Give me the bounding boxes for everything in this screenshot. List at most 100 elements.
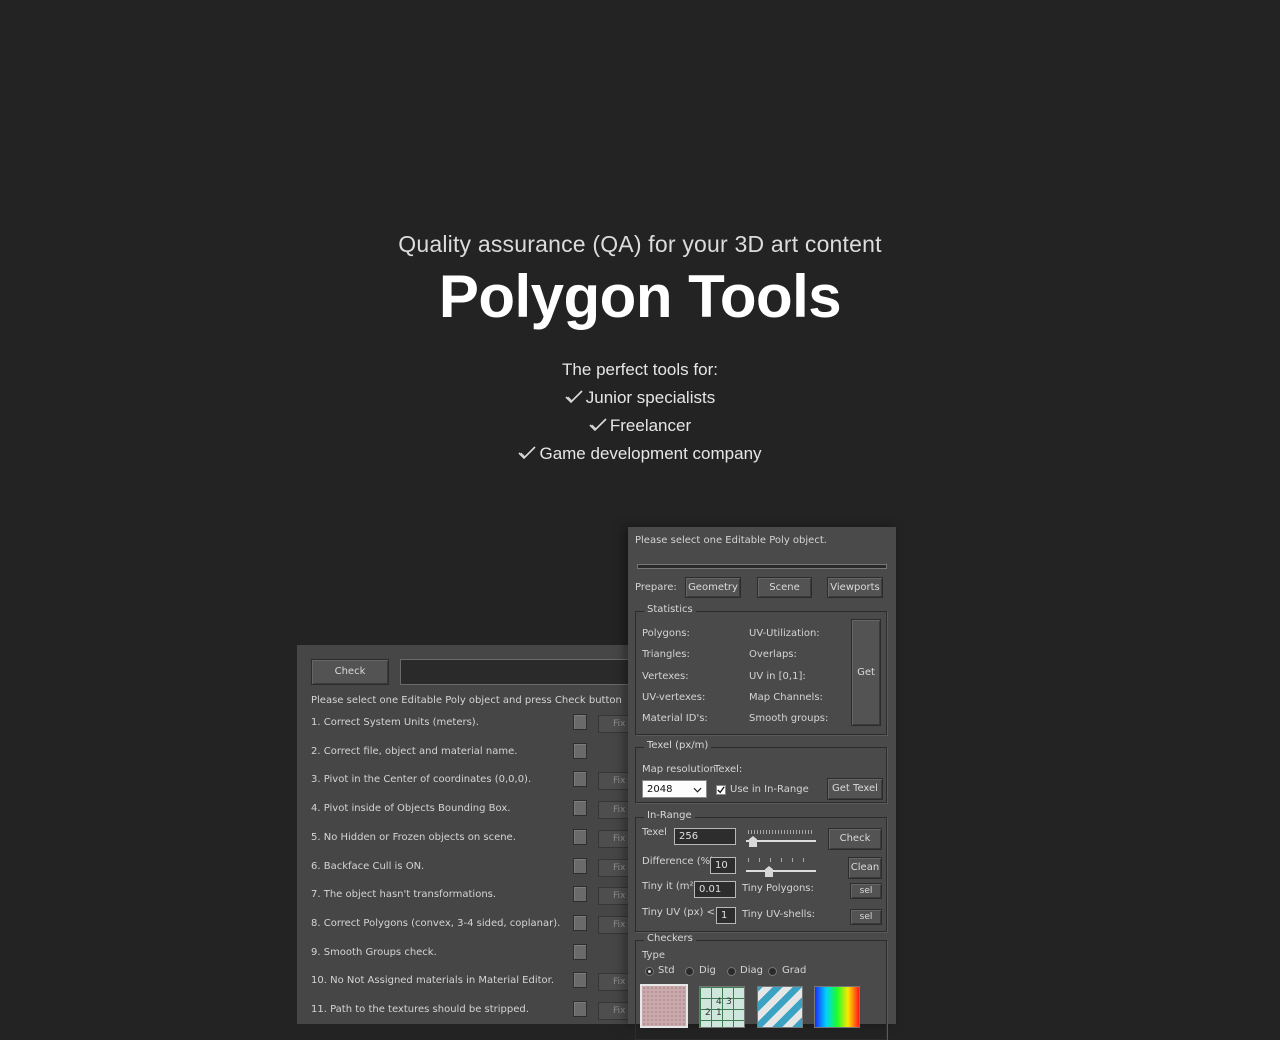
texel-group: Texel (px/m) Map resolution Texel: 2048 …	[635, 740, 887, 803]
get-texel-button[interactable]: Get Texel	[827, 778, 883, 800]
tiny-it-label: Tiny it (m²)	[642, 881, 698, 892]
fix-button[interactable]: Fix	[598, 1002, 630, 1020]
difference-label: Difference (%)	[642, 856, 715, 867]
check-status-indicator	[573, 742, 587, 759]
std-checker-swatch-icon[interactable]	[640, 984, 688, 1028]
checkers-title: Checkers	[644, 933, 696, 944]
check-status-indicator	[573, 800, 587, 817]
texel-label: Texel:	[714, 764, 743, 775]
tiny-it-input[interactable]: 0.01	[694, 881, 736, 898]
checkmark-icon	[589, 418, 607, 432]
stat-polygons-label: Polygons:	[642, 628, 690, 639]
checkers-group: Checkers Type Std Dig Diag Grad 3 4 2 1	[635, 933, 887, 1040]
radio-diag-label: Diag	[740, 965, 763, 976]
status-bar	[637, 564, 887, 569]
checkmark-icon	[565, 390, 583, 404]
in-range-texel-input[interactable]: 256	[674, 828, 736, 845]
statistics-title: Statistics	[644, 604, 696, 615]
check-item-label: 2. Correct file, object and material nam…	[311, 745, 518, 757]
checkbox-check-icon	[717, 786, 725, 794]
digit-2: 2	[705, 1008, 711, 1018]
difference-slider[interactable]	[746, 856, 818, 880]
check-status-indicator	[573, 714, 587, 730]
qa-check-rollout: Check Please select one Editable Poly ob…	[297, 645, 640, 1024]
stat-uv-in-range-label: UV in [0,1]:	[749, 671, 806, 682]
instruction-text: Please select one Editable Poly object a…	[311, 695, 622, 706]
check-item-label: 1. Correct System Units (meters).	[311, 717, 479, 728]
check-item-label: 9. Smooth Groups check.	[311, 946, 437, 958]
radio-grad[interactable]	[768, 967, 777, 976]
radio-std-label: Std	[658, 965, 675, 976]
audience-item-label: Game development company	[539, 444, 762, 463]
check-item-label: 5. No Hidden or Frozen objects on scene.	[311, 831, 516, 843]
map-resolution-value: 2048	[647, 783, 673, 795]
fix-button[interactable]: Fix	[598, 772, 630, 791]
difference-slider-track	[746, 870, 816, 872]
stat-uv-utilization-label: UV-Utilization:	[749, 628, 820, 639]
stat-vertexes-label: Vertexes:	[642, 671, 689, 682]
in-range-group: In-Range Texel 256 Check Difference (%) …	[635, 810, 887, 932]
fix-button[interactable]: Fix	[598, 829, 630, 848]
select-tiny-uv-shells-button[interactable]: sel	[850, 909, 882, 925]
fix-button[interactable]: Fix	[598, 915, 630, 934]
fix-button[interactable]: Fix	[598, 858, 630, 877]
texel-slider-thumb[interactable]	[749, 836, 757, 847]
digit-3: 3	[726, 997, 732, 1007]
clean-button[interactable]: Clean	[848, 857, 882, 879]
select-tiny-polygons-button[interactable]: sel	[850, 883, 882, 899]
check-status-indicator	[573, 1001, 587, 1017]
hero-title: Polygon Tools	[438, 263, 842, 330]
radio-std[interactable]	[645, 967, 654, 976]
scene-button[interactable]: Scene	[757, 577, 812, 598]
in-range-texel-value: 256	[679, 831, 699, 842]
check-status-indicator	[573, 771, 587, 788]
audience-item: Junior specialists	[0, 384, 1280, 412]
progress-bar	[400, 659, 640, 685]
fix-button[interactable]: Fix	[598, 973, 630, 992]
digit-1: 1	[716, 1008, 722, 1018]
check-item-label: 10. No Not Assigned materials in Materia…	[311, 975, 555, 987]
use-in-range-checkbox[interactable]	[716, 785, 726, 795]
fix-button[interactable]: Fix	[598, 887, 630, 906]
fix-button[interactable]: Fix	[598, 801, 630, 820]
check-item-label: 7. The object hasn't transformations.	[311, 889, 497, 901]
geometry-button[interactable]: Geometry	[685, 577, 741, 598]
radio-diag[interactable]	[727, 967, 736, 976]
difference-value: 10	[715, 860, 728, 871]
dig-checker-swatch-icon[interactable]	[699, 986, 745, 1028]
fix-button[interactable]: Fix	[598, 715, 630, 733]
check-button[interactable]: Check	[311, 659, 389, 685]
audience-item-label: Junior specialists	[585, 388, 716, 407]
stat-triangles-label: Triangles:	[642, 649, 690, 660]
checker-type-label: Type	[642, 950, 665, 961]
diag-checker-swatch-icon[interactable]	[757, 986, 803, 1028]
check-item-label: 8. Correct Polygons (convex, 3-4 sided, …	[311, 917, 561, 929]
polygon-tools-rollout: Please select one Editable Poly object. …	[628, 527, 896, 1040]
prepare-label: Prepare:	[635, 582, 677, 593]
tools-intro: The perfect tools for:	[562, 360, 718, 379]
check-item-label: 11. Path to the textures should be strip…	[311, 1004, 529, 1015]
hero-subtitle: Quality assurance (QA) for your 3D art c…	[398, 231, 882, 257]
audience-list: The perfect tools for: Junior specialist…	[0, 356, 1280, 468]
statistics-group: Statistics Polygons: Triangles: Vertexes…	[635, 604, 887, 735]
stat-material-ids-label: Material ID's:	[642, 713, 708, 724]
stat-uv-vertexes-label: UV-vertexes:	[642, 692, 706, 703]
map-resolution-label: Map resolution	[642, 764, 716, 775]
viewports-button[interactable]: Viewports	[827, 577, 883, 598]
get-stats-button[interactable]: Get	[851, 619, 881, 726]
texel-slider[interactable]	[746, 826, 818, 850]
chevron-down-icon	[693, 787, 702, 793]
in-range-check-button[interactable]: Check	[828, 828, 882, 850]
tiny-uv-input[interactable]: 1	[716, 907, 736, 924]
radio-dig[interactable]	[685, 967, 694, 976]
check-status-indicator	[573, 914, 587, 931]
difference-slider-thumb[interactable]	[765, 866, 773, 877]
grad-checker-swatch-icon[interactable]	[814, 986, 860, 1028]
tiny-uv-label: Tiny UV (px) <=	[642, 907, 724, 918]
map-resolution-select[interactable]: 2048	[642, 780, 707, 798]
audience-item: Freelancer	[0, 412, 1280, 440]
radio-dig-label: Dig	[699, 965, 716, 976]
difference-input[interactable]: 10	[710, 857, 736, 874]
difference-slider-ticks	[748, 858, 814, 862]
check-status-indicator	[573, 943, 587, 960]
